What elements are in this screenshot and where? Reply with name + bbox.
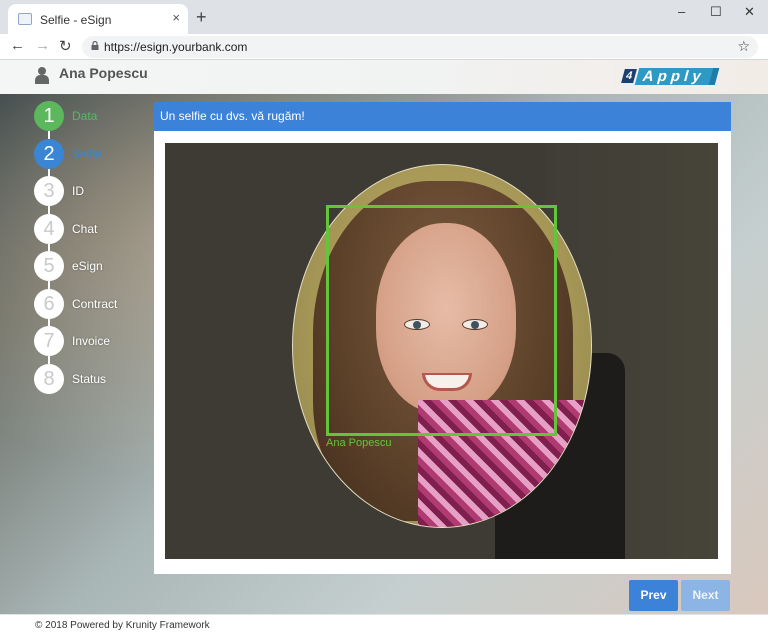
- lock-icon: [91, 41, 99, 50]
- browser-tab[interactable]: Selfie - eSign ×: [8, 4, 188, 34]
- prev-button[interactable]: Prev: [629, 580, 678, 611]
- step-connector: [48, 206, 50, 214]
- step-number: 4: [34, 214, 64, 244]
- new-tab-icon[interactable]: +: [196, 8, 207, 26]
- step-label: Chat: [72, 222, 98, 236]
- tab-close-icon[interactable]: ×: [172, 10, 180, 25]
- next-button[interactable]: Next: [681, 580, 730, 611]
- selfie-panel: Un selfie cu dvs. vă rugăm! Ana Popescu: [154, 102, 731, 574]
- panel-title: Un selfie cu dvs. vă rugăm!: [160, 109, 305, 123]
- step-number: 5: [34, 251, 64, 281]
- browser-toolbar: ← → ↻ https://esign.yourbank.com ☆: [0, 34, 768, 60]
- tab-title: Selfie - eSign: [40, 13, 112, 27]
- maximize-icon[interactable]: ☐: [710, 4, 722, 20]
- step-label: Invoice: [72, 334, 111, 348]
- page-favicon-icon: [18, 13, 32, 25]
- step-chat[interactable]: 4 Chat: [34, 214, 154, 244]
- step-connector: [48, 356, 50, 364]
- footer-copyright: © 2018 Powered by Krunity Framework: [35, 620, 210, 631]
- step-connector: [48, 281, 50, 289]
- step-number: 6: [34, 289, 64, 319]
- logo-word: Apply: [634, 67, 720, 85]
- user-icon: [35, 67, 49, 84]
- step-label: Contract: [72, 297, 118, 311]
- step-label: eSign: [72, 259, 103, 273]
- url-text[interactable]: https://esign.yourbank.com: [104, 40, 247, 54]
- step-label: ID: [72, 184, 84, 198]
- brand-logo: 4 Apply: [621, 65, 720, 87]
- step-label: Status: [72, 372, 107, 386]
- reload-icon[interactable]: ↻: [59, 37, 72, 55]
- face-detection-label: Ana Popescu: [326, 437, 392, 449]
- footer: © 2018 Powered by Krunity Framework: [0, 614, 768, 636]
- step-status[interactable]: 8 Status: [34, 364, 154, 394]
- step-number: 8: [34, 364, 64, 394]
- forward-icon[interactable]: →: [35, 37, 50, 54]
- step-label: Selfie: [72, 147, 103, 161]
- camera-preview: Ana Popescu: [165, 143, 718, 559]
- user-name: Ana Popescu: [59, 65, 148, 81]
- step-esign[interactable]: 5 eSign: [34, 251, 154, 281]
- app-header: Ana Popescu 4 Apply: [0, 60, 768, 94]
- step-invoice[interactable]: 7 Invoice: [34, 326, 154, 356]
- face-detection-box: [326, 205, 557, 436]
- back-icon[interactable]: ←: [10, 37, 25, 54]
- step-number: 1: [34, 101, 64, 131]
- address-bar[interactable]: https://esign.yourbank.com ☆: [82, 36, 758, 58]
- browser-titlebar: Selfie - eSign × + – ☐ ✕: [0, 0, 768, 34]
- step-id[interactable]: 3 ID: [34, 176, 154, 206]
- minimize-icon[interactable]: –: [678, 4, 685, 19]
- step-selfie[interactable]: 2 Selfie: [34, 139, 154, 169]
- step-data[interactable]: 1 Data: [34, 101, 154, 131]
- step-connector: [48, 131, 50, 139]
- step-number: 2: [34, 139, 64, 169]
- bookmark-star-icon[interactable]: ☆: [737, 38, 750, 55]
- step-number: 7: [34, 326, 64, 356]
- panel-header: Un selfie cu dvs. vă rugăm!: [154, 102, 731, 131]
- step-label: Data: [72, 109, 98, 123]
- step-number: 3: [34, 176, 64, 206]
- step-contract[interactable]: 6 Contract: [34, 289, 154, 319]
- close-window-icon[interactable]: ✕: [744, 4, 755, 20]
